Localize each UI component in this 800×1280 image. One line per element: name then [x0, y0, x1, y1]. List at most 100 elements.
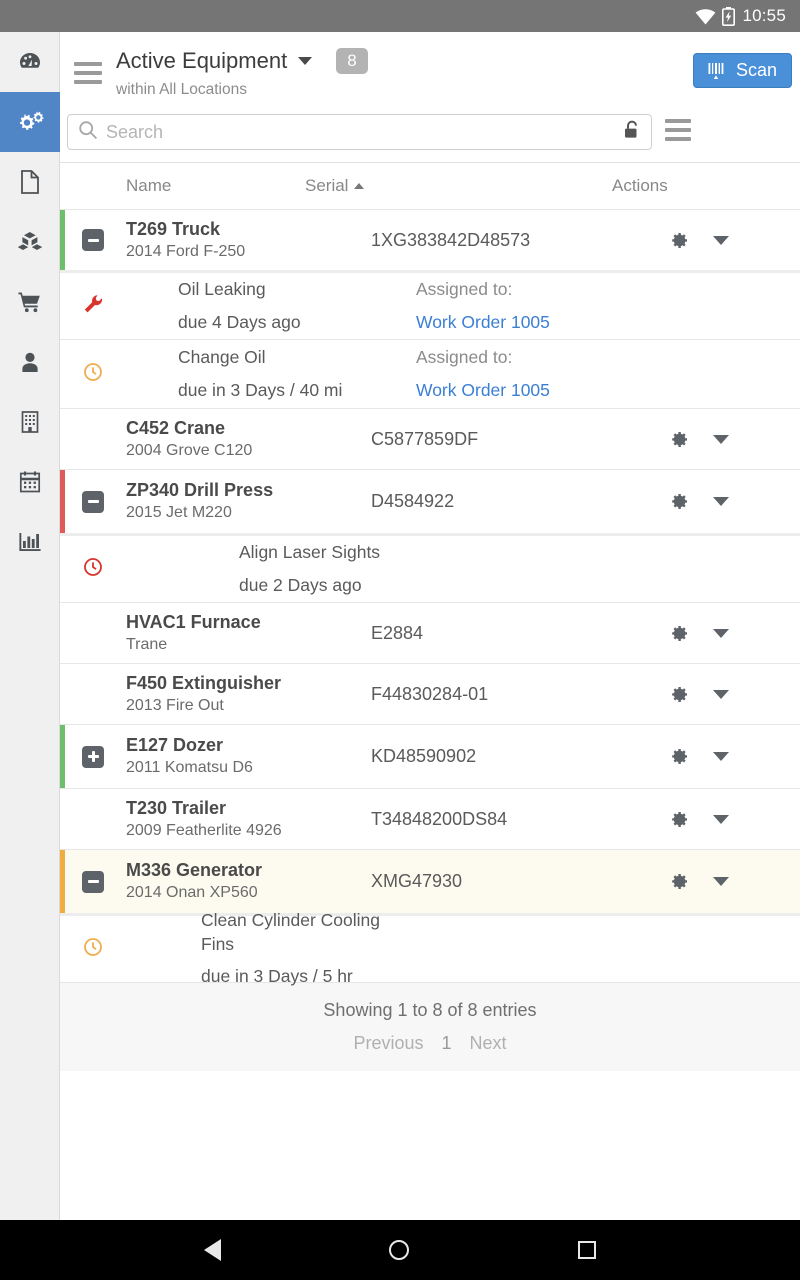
caret-down-icon[interactable] [713, 690, 729, 699]
work-order-link[interactable]: Work Order 1005 [416, 311, 800, 335]
row-actions [656, 746, 800, 767]
row-actions [656, 623, 800, 644]
gear-icon[interactable] [668, 746, 689, 767]
gear-icon[interactable] [668, 871, 689, 892]
status-bar-indicator [60, 470, 65, 533]
equipment-name-cell: C452 Crane 2004 Grove C120 [126, 417, 371, 462]
task-title: Align Laser Sights [239, 541, 416, 565]
table-row[interactable]: T269 Truck 2014 Ford F-250 1XG383842D485… [60, 209, 800, 270]
equipment-model: 2011 Komatsu D6 [126, 757, 371, 779]
table-row[interactable]: T230 Trailer 2009 Featherlite 4926 T3484… [60, 788, 800, 849]
task-icon-cell [60, 293, 126, 320]
equipment-name: C452 Crane [126, 417, 371, 440]
gear-icon[interactable] [668, 623, 689, 644]
equipment-name: E127 Dozer [126, 734, 371, 757]
sidebar-item-purchasing[interactable] [0, 272, 60, 332]
sidebar-item-locations[interactable] [0, 392, 60, 452]
unlock-icon[interactable] [624, 120, 641, 144]
column-header-name[interactable]: Name [60, 176, 305, 196]
sort-ascending-icon [354, 183, 364, 189]
task-due: due 2 Days ago [239, 574, 416, 598]
caret-down-icon[interactable] [713, 435, 729, 444]
caret-down-icon[interactable] [713, 629, 729, 638]
row-actions [656, 809, 800, 830]
task-row[interactable]: Clean Cylinder Cooling Fins due in 3 Day… [60, 913, 800, 982]
sidebar-item-dashboard[interactable] [0, 32, 60, 92]
equipment-serial: F44830284-01 [371, 684, 656, 705]
android-home-icon[interactable] [389, 1240, 409, 1260]
table-row[interactable]: F450 Extinguisher 2013 Fire Out F4483028… [60, 663, 800, 724]
row-actions [656, 230, 800, 251]
sidebar-item-parts[interactable] [0, 212, 60, 272]
app-root: 10:55 [0, 0, 800, 1280]
entries-summary: Showing 1 to 8 of 8 entries [323, 1000, 536, 1021]
wrench-icon [82, 293, 104, 320]
collapse-minus-icon[interactable] [82, 491, 104, 513]
hamburger-icon[interactable] [60, 44, 116, 96]
equipment-model: 2013 Fire Out [126, 695, 371, 717]
sidebar-nav [0, 32, 60, 1220]
task-assignment-cell: Assigned to: Work Order 1005 [416, 346, 800, 402]
caret-down-icon[interactable] [713, 752, 729, 761]
android-recents-icon[interactable] [578, 1241, 596, 1259]
page-number-1[interactable]: 1 [442, 1033, 452, 1054]
task-text-cell: Change Oil due in 3 Days / 40 mi [126, 346, 416, 402]
equipment-model: 2015 Jet M220 [126, 502, 371, 524]
task-row[interactable]: Change Oil due in 3 Days / 40 mi Assigne… [60, 339, 800, 408]
caret-down-icon[interactable] [713, 815, 729, 824]
equipment-name-cell: E127 Dozer 2011 Komatsu D6 [126, 734, 371, 779]
column-header-serial[interactable]: Serial [305, 176, 590, 196]
wifi-icon [695, 9, 715, 24]
expand-plus-icon[interactable] [82, 746, 104, 768]
collapse-minus-icon[interactable] [82, 229, 104, 251]
table-row[interactable]: ZP340 Drill Press 2015 Jet M220 D4584922 [60, 469, 800, 533]
sidebar-item-reports[interactable] [0, 512, 60, 572]
table-header-row: Name Serial Actions [60, 163, 800, 209]
previous-page-button[interactable]: Previous [353, 1033, 423, 1054]
table-row[interactable]: M336 Generator 2014 Onan XP560 XMG47930 [60, 849, 800, 913]
next-page-button[interactable]: Next [470, 1033, 507, 1054]
equipment-name-cell: T269 Truck 2014 Ford F-250 [126, 218, 371, 263]
android-back-icon[interactable] [204, 1239, 221, 1261]
task-title: Clean Cylinder Cooling Fins [201, 909, 416, 956]
task-due: due in 3 Days / 40 mi [178, 379, 416, 403]
sidebar-item-documents[interactable] [0, 152, 60, 212]
task-row[interactable]: Oil Leaking due 4 Days ago Assigned to: … [60, 270, 800, 339]
task-row[interactable]: Align Laser Sights due 2 Days ago [60, 533, 800, 602]
table-row[interactable]: HVAC1 Furnace Trane E2884 [60, 602, 800, 663]
sidebar-item-schedule[interactable] [0, 452, 60, 512]
equipment-name: ZP340 Drill Press [126, 479, 371, 502]
row-toggle-cell [60, 746, 126, 768]
table-row[interactable]: E127 Dozer 2011 Komatsu D6 KD48590902 [60, 724, 800, 788]
page-title[interactable]: Active Equipment [116, 48, 287, 74]
gear-icon[interactable] [668, 491, 689, 512]
gear-icon[interactable] [668, 429, 689, 450]
battery-charging-icon [722, 7, 735, 26]
search-input[interactable] [106, 122, 618, 143]
status-bar-indicator [60, 725, 65, 788]
scan-button-label: Scan [736, 60, 777, 81]
sidebar-item-contacts[interactable] [0, 332, 60, 392]
column-header-actions: Actions [590, 176, 800, 196]
gear-icon[interactable] [668, 230, 689, 251]
table-row[interactable]: C452 Crane 2004 Grove C120 C5877859DF [60, 408, 800, 469]
row-actions [656, 491, 800, 512]
caret-down-icon[interactable] [713, 497, 729, 506]
gear-icon[interactable] [668, 684, 689, 705]
pagination: Previous 1 Next [353, 1033, 506, 1054]
task-icon-cell [60, 362, 126, 387]
list-menu-icon[interactable] [652, 119, 704, 146]
gear-icon[interactable] [668, 809, 689, 830]
chevron-down-icon[interactable] [298, 57, 312, 65]
equipment-name-cell: HVAC1 Furnace Trane [126, 611, 371, 656]
task-text-cell: Clean Cylinder Cooling Fins due in 3 Day… [126, 909, 416, 989]
caret-down-icon[interactable] [713, 236, 729, 245]
work-order-link[interactable]: Work Order 1005 [416, 379, 800, 403]
search-box[interactable] [67, 114, 652, 150]
task-icon-cell [60, 557, 126, 582]
sidebar-item-equipment[interactable] [0, 92, 60, 152]
scan-button[interactable]: Scan [693, 53, 792, 88]
caret-down-icon[interactable] [713, 877, 729, 886]
row-actions [656, 684, 800, 705]
collapse-minus-icon[interactable] [82, 871, 104, 893]
